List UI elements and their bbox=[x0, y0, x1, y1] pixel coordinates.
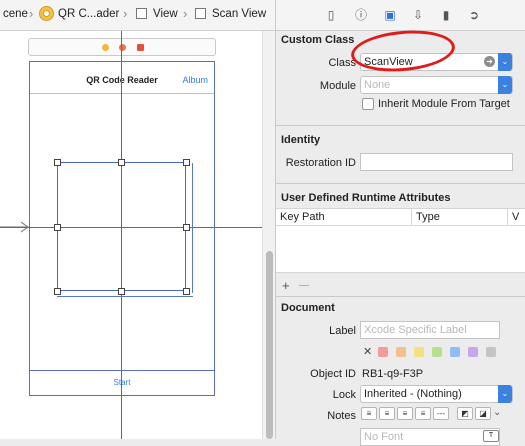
add-attribute-button[interactable]: + bbox=[282, 278, 290, 293]
runtime-attributes-heading: User Defined Runtime Attributes bbox=[281, 192, 451, 204]
object-id-label: Object ID bbox=[310, 368, 356, 380]
resize-handle[interactable] bbox=[118, 288, 125, 295]
bottom-constraint-guide bbox=[57, 296, 193, 297]
object-id-value: RB1-q9-F3P bbox=[362, 368, 424, 380]
toolbar: Start bbox=[30, 370, 214, 395]
label-color-swatch[interactable] bbox=[468, 347, 478, 357]
file-icon[interactable]: ▯ bbox=[323, 7, 339, 23]
chevron-down-icon[interactable]: ⌄ bbox=[498, 385, 512, 403]
runtime-attributes-table[interactable]: Key Path Type V bbox=[276, 208, 525, 273]
resize-handle[interactable] bbox=[183, 288, 190, 295]
label-color-swatch[interactable] bbox=[414, 347, 424, 357]
identity-heading: Identity bbox=[281, 134, 321, 146]
inherit-module-checkbox[interactable] bbox=[362, 98, 374, 110]
resize-handle[interactable] bbox=[54, 224, 61, 231]
module-field[interactable]: None ⌄ bbox=[360, 76, 513, 94]
exit-dock-icon[interactable] bbox=[137, 44, 144, 51]
lock-popup[interactable]: Inherited - (Nothing) ⌄ bbox=[360, 385, 513, 403]
document-heading: Document bbox=[281, 302, 335, 314]
breadcrumb-separator-icon: › bbox=[183, 6, 188, 21]
album-button[interactable]: Album bbox=[182, 75, 208, 85]
align-natural-icon[interactable]: --- bbox=[433, 407, 449, 420]
resize-handle[interactable] bbox=[118, 159, 125, 166]
go-to-class-icon[interactable]: ➜ bbox=[484, 56, 495, 67]
label-color-swatch[interactable] bbox=[432, 347, 442, 357]
value-column[interactable]: V bbox=[508, 209, 525, 226]
align-center-icon[interactable]: ≡ bbox=[379, 407, 395, 420]
chevron-down-icon[interactable]: ⌄ bbox=[498, 76, 512, 94]
font-field[interactable]: No Font bbox=[360, 428, 500, 446]
scrollbar-thumb[interactable] bbox=[266, 251, 273, 439]
label-color-swatch[interactable] bbox=[396, 347, 406, 357]
section-divider bbox=[276, 183, 525, 184]
color-chevron-icon[interactable]: ⌄ bbox=[493, 407, 501, 418]
breadcrumb-view[interactable]: View bbox=[153, 8, 178, 20]
attributes-icon[interactable]: ⇩ bbox=[410, 7, 426, 23]
navigation-bar: QR Code Reader Album bbox=[30, 62, 214, 94]
selected-scan-view[interactable] bbox=[57, 162, 186, 291]
breadcrumb-scan-view[interactable]: Scan View bbox=[212, 8, 266, 20]
breadcrumb-scene[interactable]: cene bbox=[3, 8, 28, 20]
identity-icon[interactable]: ▣ bbox=[382, 7, 398, 23]
view-icon bbox=[136, 8, 147, 19]
breadcrumb-controller[interactable]: QR C...ader bbox=[58, 8, 119, 20]
text-color-icon[interactable]: ◩ bbox=[457, 407, 473, 420]
breadcrumb-separator-icon: › bbox=[29, 6, 34, 21]
connections-icon[interactable]: ➲ bbox=[466, 7, 482, 23]
help-icon[interactable]: ⓘ bbox=[353, 7, 369, 23]
align-left-icon[interactable]: ≡ bbox=[361, 407, 377, 420]
lock-value: Inherited - (Nothing) bbox=[364, 388, 462, 400]
breadcrumb-separator-icon: › bbox=[123, 6, 128, 21]
clear-color-button[interactable]: ✕ bbox=[363, 345, 372, 358]
canvas-scrollbar[interactable] bbox=[262, 31, 275, 439]
resize-handle[interactable] bbox=[183, 224, 190, 231]
size-icon[interactable]: ▮ bbox=[438, 7, 454, 23]
resize-handle[interactable] bbox=[54, 288, 61, 295]
scene-dock[interactable] bbox=[28, 38, 216, 56]
custom-class-heading: Custom Class bbox=[281, 34, 355, 46]
restoration-id-label: Restoration ID bbox=[285, 157, 356, 169]
lock-label: Lock bbox=[332, 389, 356, 401]
label-color-swatch[interactable] bbox=[486, 347, 496, 357]
label-color-swatch[interactable] bbox=[450, 347, 460, 357]
font-placeholder: No Font bbox=[364, 431, 404, 443]
document-label-field[interactable]: Xcode Specific Label bbox=[360, 321, 500, 339]
section-divider bbox=[276, 125, 525, 126]
view-icon bbox=[195, 8, 206, 19]
align-right-icon[interactable]: ≡ bbox=[397, 407, 413, 420]
view-controller-icon bbox=[39, 6, 54, 21]
view-controller-dock-icon[interactable] bbox=[102, 44, 109, 51]
resize-handle[interactable] bbox=[183, 159, 190, 166]
class-label: Class bbox=[328, 57, 356, 69]
restoration-id-field[interactable] bbox=[360, 153, 513, 171]
chevron-down-icon[interactable]: ⌄ bbox=[498, 53, 512, 71]
key-path-column[interactable]: Key Path bbox=[276, 209, 412, 226]
document-label-placeholder: Xcode Specific Label bbox=[364, 324, 467, 336]
resize-handle[interactable] bbox=[54, 159, 61, 166]
notes-label: Notes bbox=[327, 410, 356, 422]
type-column[interactable]: Type bbox=[412, 209, 508, 226]
inherit-module-label: Inherit Module From Target bbox=[378, 98, 510, 110]
start-button[interactable]: Start bbox=[30, 378, 214, 387]
font-picker-icon[interactable]: T bbox=[483, 430, 499, 442]
inspector-tabs: ▯ ⓘ ▣ ⇩ ▮ ➲ bbox=[276, 0, 525, 31]
jump-bar: cene › QR C...ader › View › Scan View bbox=[0, 0, 275, 31]
trailing-constraint-guide bbox=[192, 163, 193, 293]
module-placeholder: None bbox=[364, 79, 391, 91]
label-color-swatch[interactable] bbox=[378, 347, 388, 357]
label-label: Label bbox=[329, 325, 356, 337]
module-label: Module bbox=[319, 80, 356, 92]
background-color-icon[interactable]: ◪ bbox=[475, 407, 491, 420]
section-divider bbox=[276, 296, 525, 297]
align-justify-icon[interactable]: ≡ bbox=[415, 407, 431, 420]
remove-attribute-button[interactable]: — bbox=[299, 280, 309, 291]
